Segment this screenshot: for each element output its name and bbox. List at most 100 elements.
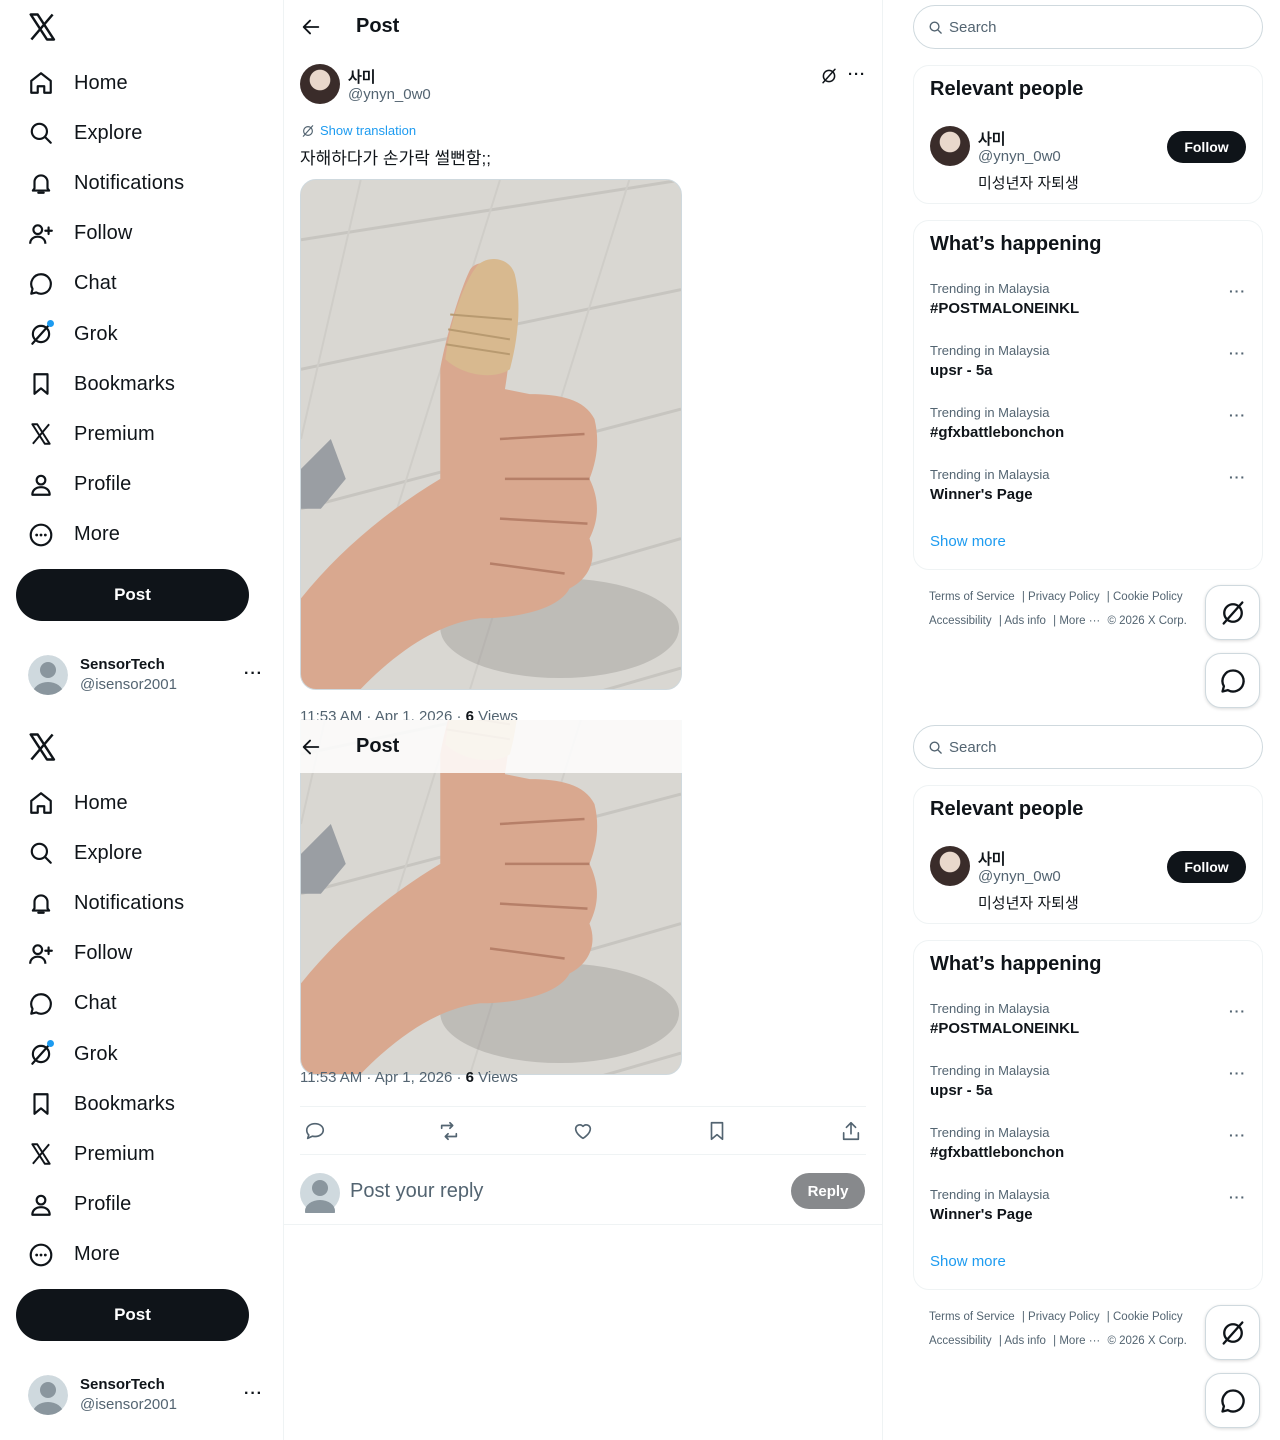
footer-more-link[interactable]: More ··· (1059, 615, 1100, 627)
reply-icon[interactable] (304, 1120, 326, 1142)
privacy-link[interactable]: Privacy Policy (1028, 591, 1100, 603)
reply-button[interactable]: Reply (791, 1173, 865, 1209)
post-button[interactable]: Post (16, 569, 249, 621)
search-input[interactable]: Search (913, 5, 1263, 49)
avatar[interactable] (930, 126, 970, 166)
back-arrow-icon[interactable] (300, 736, 322, 758)
account-switcher[interactable]: SensorTech @isensor2001 ··· (28, 1375, 268, 1417)
person-bio: 미성년자 자퇴생 (978, 175, 1079, 192)
trend-name: #gfxbattlebonchon (930, 1144, 1065, 1161)
nav-item-bookmarks[interactable]: Bookmarks (16, 1079, 266, 1129)
more-icon[interactable]: ··· (848, 66, 866, 83)
avatar[interactable] (930, 846, 970, 886)
chat-float-button[interactable] (1205, 653, 1260, 708)
card-title: What’s happening (930, 233, 1102, 255)
accessibility-link[interactable]: Accessibility (929, 1335, 992, 1347)
nav-item-follow[interactable]: Follow (16, 929, 266, 979)
post-image[interactable] (300, 720, 682, 1075)
more-icon[interactable]: ··· (1229, 1127, 1246, 1143)
author-handle[interactable]: @ynyn_0w0 (348, 86, 431, 103)
trend-item[interactable]: Trending in Malaysia #POSTMALONEINKL ··· (930, 281, 1248, 331)
nav-item-notifications[interactable]: Notifications (16, 878, 266, 928)
terms-link[interactable]: Terms of Service (929, 1311, 1015, 1323)
trend-item[interactable]: Trending in Malaysia Winner's Page ··· (930, 1187, 1248, 1237)
author-name[interactable]: 사미 (348, 66, 376, 87)
trend-item[interactable]: Trending in Malaysia upsr - 5a ··· (930, 343, 1248, 393)
more-icon[interactable]: ··· (1229, 1189, 1246, 1205)
trend-item[interactable]: Trending in Malaysia upsr - 5a ··· (930, 1063, 1248, 1113)
more-icon[interactable]: ··· (1229, 283, 1246, 299)
ads-info-link[interactable]: Ads info (1004, 1335, 1046, 1347)
nav-item-premium[interactable]: Premium (16, 1129, 266, 1179)
nav-item-chat[interactable]: Chat (16, 259, 266, 309)
nav-item-more[interactable]: More (16, 510, 266, 560)
nav-item-home[interactable]: Home (16, 58, 266, 108)
grok-float-button[interactable] (1205, 1305, 1260, 1360)
reply-input[interactable]: Post your reply (350, 1180, 483, 1203)
footer-more-link[interactable]: More ··· (1059, 1335, 1100, 1347)
more-icon[interactable]: ··· (1229, 1065, 1246, 1081)
cookie-link[interactable]: Cookie Policy (1113, 1311, 1183, 1323)
trend-item[interactable]: Trending in Malaysia Winner's Page ··· (930, 467, 1248, 517)
ads-info-link[interactable]: Ads info (1004, 615, 1046, 627)
grok-float-button[interactable] (1205, 585, 1260, 640)
back-arrow-icon[interactable] (300, 16, 322, 38)
post-time[interactable]: 11:53 AM · Apr 1, 2026 · (300, 1069, 466, 1086)
nav-item-bookmarks[interactable]: Bookmarks (16, 359, 266, 409)
nav-item-notifications[interactable]: Notifications (16, 158, 266, 208)
post-image[interactable] (300, 179, 682, 690)
trend-item[interactable]: Trending in Malaysia #gfxbattlebonchon ··· (930, 405, 1248, 455)
person-name[interactable]: 사미 (978, 128, 1006, 149)
share-icon[interactable] (840, 1120, 862, 1142)
nav-item-chat[interactable]: Chat (16, 979, 266, 1029)
left-sidebar: Home Explore Notifications Follow Chat G… (0, 720, 284, 1440)
privacy-link[interactable]: Privacy Policy (1028, 1311, 1100, 1323)
bookmark-icon[interactable] (706, 1120, 728, 1142)
more-icon[interactable]: ··· (1229, 407, 1246, 423)
nav-label: Follow (74, 942, 133, 965)
nav-item-explore[interactable]: Explore (16, 108, 266, 158)
accessibility-link[interactable]: Accessibility (929, 615, 992, 627)
more-icon[interactable]: ··· (244, 665, 263, 683)
person-name[interactable]: 사미 (978, 848, 1006, 869)
show-more-link[interactable]: Show more (930, 533, 1006, 550)
account-switcher[interactable]: SensorTech @isensor2001 ··· (28, 655, 268, 697)
show-translation-link[interactable]: Show translation (301, 123, 416, 138)
more-icon[interactable]: ··· (1229, 1003, 1246, 1019)
nav-item-follow[interactable]: Follow (16, 209, 266, 259)
nav-item-home[interactable]: Home (16, 778, 266, 828)
nav-item-premium[interactable]: Premium (16, 409, 266, 459)
post-button[interactable]: Post (16, 1289, 249, 1341)
nav-item-profile[interactable]: Profile (16, 460, 266, 510)
follow-button[interactable]: Follow (1167, 131, 1246, 163)
more-icon[interactable]: ··· (244, 1385, 263, 1403)
chat-float-button[interactable] (1205, 1373, 1260, 1428)
nav-item-profile[interactable]: Profile (16, 1180, 266, 1230)
terms-link[interactable]: Terms of Service (929, 591, 1015, 603)
x-logo-icon[interactable] (27, 12, 57, 42)
post-meta: 11:53 AM · Apr 1, 2026 · 6 Views (300, 708, 518, 720)
cookie-link[interactable]: Cookie Policy (1113, 591, 1183, 603)
more-circle-icon (28, 522, 54, 548)
grok-icon[interactable] (820, 67, 838, 85)
trend-item[interactable]: Trending in Malaysia #POSTMALONEINKL ··· (930, 1001, 1248, 1051)
more-icon[interactable]: ··· (1229, 469, 1246, 485)
repost-icon[interactable] (438, 1120, 460, 1142)
more-icon[interactable]: ··· (1229, 345, 1246, 361)
nav-item-grok[interactable]: Grok (16, 1029, 266, 1079)
search-icon (28, 840, 54, 866)
author-avatar[interactable] (300, 64, 340, 104)
trend-item[interactable]: Trending in Malaysia #gfxbattlebonchon ··· (930, 1125, 1248, 1175)
follow-button[interactable]: Follow (1167, 851, 1246, 883)
like-icon[interactable] (572, 1120, 594, 1142)
nav-item-grok[interactable]: Grok (16, 309, 266, 359)
search-input[interactable]: Search (913, 725, 1263, 769)
nav-item-explore[interactable]: Explore (16, 828, 266, 878)
x-logo-icon[interactable] (27, 732, 57, 762)
post-time[interactable]: 11:53 AM · Apr 1, 2026 · (300, 708, 466, 720)
trend-name: #POSTMALONEINKL (930, 1020, 1080, 1037)
show-more-link[interactable]: Show more (930, 1253, 1006, 1270)
post-actions (300, 1106, 866, 1155)
nav-item-more[interactable]: More (16, 1230, 266, 1280)
nav-label: Chat (74, 272, 117, 295)
